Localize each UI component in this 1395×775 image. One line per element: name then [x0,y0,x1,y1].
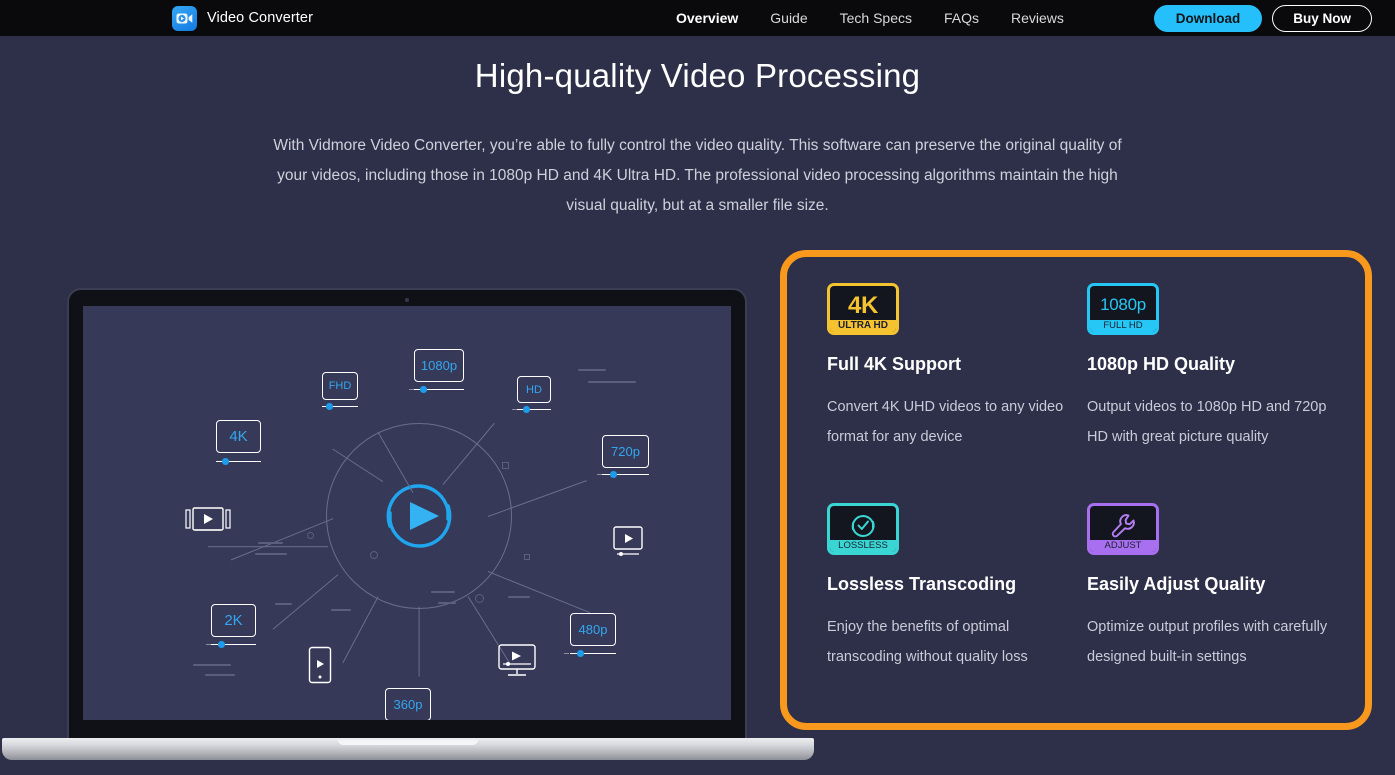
decorative-circle [307,532,314,539]
laptop-illustration: 1080p FHD HD 4K 720p 2K 480p 360p [2,288,814,760]
nav-actions: Download Buy Now [1153,0,1372,36]
chip-dot [326,403,333,410]
res-chip-label: 4K [229,428,248,445]
nav-link-tech-specs[interactable]: Tech Specs [824,10,928,26]
video-player-icon [612,525,644,564]
feature-description: Convert 4K UHD videos to any video forma… [827,399,1064,445]
feature-description: Enjoy the benefits of optimal transcodin… [827,619,1028,665]
chip-dot [218,641,225,648]
badge-sub-label: LOSSLESS [830,540,896,552]
laptop-camera-icon [405,298,409,302]
feature-description: Output videos to 1080p HD and 720p HD wi… [1087,399,1327,445]
res-chip-1080p: 1080p [414,349,464,382]
top-navigation-bar: Video Converter Overview Guide Tech Spec… [0,0,1395,36]
decorative-line [578,369,606,371]
decorative-square [524,554,530,560]
decorative-line [588,381,636,383]
nav-link-overview[interactable]: Overview [660,10,754,26]
wrench-glyph [1111,513,1135,537]
decorative-line [258,542,283,544]
brand-name: Video Converter [207,10,314,26]
spoke-line [487,571,591,614]
spoke-line [208,546,328,548]
chip-tick [512,409,517,411]
feature-easily-adjust-quality: ADJUST Easily Adjust Quality Optimize ou… [1087,503,1337,723]
feature-title: Full 4K Support [827,354,961,374]
res-chip-label: 480p [578,622,608,637]
feature-lossless-transcoding: LOSSLESS Lossless Transcoding Enjoy the … [827,503,1077,723]
nav-links: Overview Guide Tech Specs FAQs Reviews [660,0,1080,36]
page-title: High-quality Video Processing [474,57,921,94]
phone-play-icon [308,646,332,689]
feature-title: 1080p HD Quality [1087,354,1236,374]
res-chip-4k: 4K [216,420,261,453]
chip-tick [409,389,414,391]
res-chip-2k: 2K [211,604,256,637]
decorative-circle [370,551,378,559]
4k-ultra-hd-badge-icon: 4K ULTRA HD [827,283,899,335]
feature-description: Optimize output profiles with carefully … [1087,619,1328,665]
feature-full-4k-support: 4K ULTRA HD Full 4K Support Convert 4K U… [827,283,1077,503]
spoke-line [272,574,339,630]
chip-dot [577,650,584,657]
res-chip-360p: 360p [385,688,431,720]
spoke-line [342,596,379,664]
buy-now-button[interactable]: Buy Now [1272,4,1372,32]
res-chip-label: 360p [393,697,423,712]
nav-link-faqs[interactable]: FAQs [928,10,995,26]
laptop-base [2,738,814,760]
1080p-full-hd-badge-icon: 1080p FULL HD [1087,283,1159,335]
nav-link-reviews[interactable]: Reviews [995,10,1080,26]
res-chip-label: 2K [224,612,243,629]
spoke-line [418,606,420,677]
res-chip-label: FHD [328,380,352,392]
chip-dot [222,458,229,465]
badge-sub-label: ULTRA HD [830,320,896,332]
decorative-circle [475,594,484,603]
nav-link-guide[interactable]: Guide [754,10,823,26]
decorative-line [438,602,456,604]
res-chip-label: HD [526,383,542,396]
feature-1080p-hd-quality: 1080p FULL HD 1080p HD Quality Output vi… [1087,283,1337,503]
page-root: Video Converter Overview Guide Tech Spec… [0,0,1395,775]
laptop-screen: 1080p FHD HD 4K 720p 2K 480p 360p [83,306,731,720]
download-button[interactable]: Download [1153,4,1263,32]
res-chip-label: 720p [611,444,640,459]
brand[interactable]: Video Converter [172,0,313,36]
feature-title: Lossless Transcoding [827,574,1017,594]
chip-tick [597,474,602,476]
badge-main-label: 4K [847,291,879,319]
film-strip-play-icon [184,506,232,539]
chip-tick [206,644,211,646]
res-chip-720p: 720p [602,435,649,468]
badge-sub-label: ADJUST [1090,540,1156,552]
video-camera-icon [172,5,197,31]
decorative-line [508,596,530,598]
decorative-line [431,591,455,593]
badge-main-label: 1080p [1100,295,1146,314]
feature-title: Easily Adjust Quality [1087,574,1266,594]
res-chip-fhd: FHD [322,372,358,400]
refresh-check-glyph [851,514,875,537]
decorative-line [255,553,287,555]
res-chip-label: 1080p [420,358,458,373]
chip-dot [420,386,427,393]
lossless-refresh-check-icon: LOSSLESS [827,503,899,555]
laptop-lid: 1080p FHD HD 4K 720p 2K 480p 360p [67,288,747,742]
res-chip-480p: 480p [570,613,616,646]
decorative-line [205,674,235,676]
chip-tick [564,653,569,655]
feature-card: 4K ULTRA HD Full 4K Support Convert 4K U… [780,250,1372,730]
adjust-wrench-icon: ADJUST [1087,503,1159,555]
decorative-line [275,603,292,605]
decorative-square [502,462,509,469]
chip-dot [610,471,617,478]
decorative-line [193,664,231,666]
decorative-line [331,609,351,611]
monitor-play-icon [497,643,537,684]
res-chip-hd: HD [517,376,551,403]
page-description: With Vidmore Video Converter, you’re abl… [273,137,1122,214]
badge-sub-label: FULL HD [1090,320,1156,332]
chip-dot [523,406,530,413]
